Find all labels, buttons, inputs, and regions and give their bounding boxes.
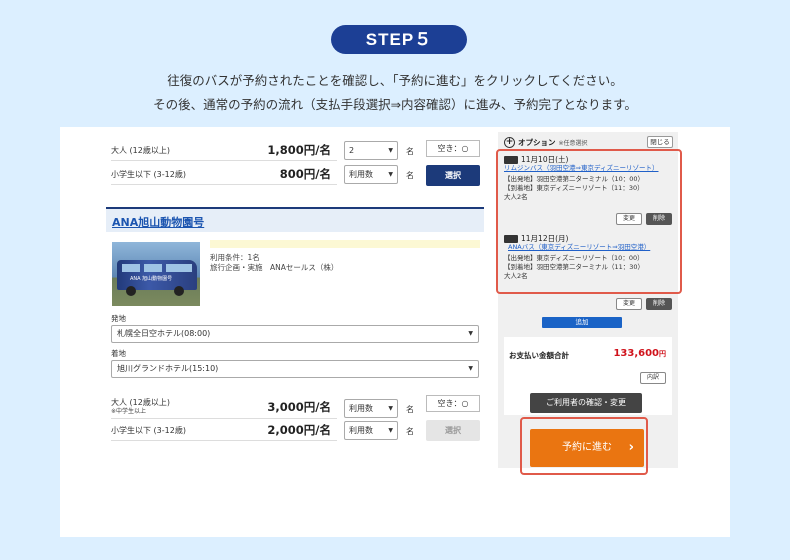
payment-total-box: お支払い金額合計 133,600円 内訳 ご利用者の確認・変更 [504, 337, 672, 415]
fare-label: 小学生以下 (3-12歳) [111, 425, 186, 435]
qty-select-child-upper[interactable]: 利用数 ▼ [344, 165, 398, 184]
breakdown-button[interactable]: 内訳 [640, 372, 666, 384]
section-title-link[interactable]: ANA旭山動物園号 [112, 214, 204, 230]
fare-row-adult-upper: 大人 (12歳以上) 1,800円/名 [111, 140, 337, 161]
plus-circle-icon: + [504, 137, 515, 148]
option-date-text: 11月10日(土) [521, 155, 569, 164]
option-header: + オプション ※任意選択 [504, 137, 588, 148]
select-button-upper[interactable]: 選択 [426, 165, 480, 186]
instruction-line-1: 往復のバスが予約されたことを確認し、「予約に進む」をクリックしてください。 [167, 73, 623, 88]
notice-bar [210, 240, 480, 248]
fare-label: 大人 (12歳以上) [111, 145, 170, 155]
unit-label: 名 [406, 427, 414, 436]
total-amount-value: 133,600 [613, 348, 659, 359]
option-sidebar: + オプション ※任意選択 閉じる 11月10日(土) リムジンバス（羽田空港⇒… [496, 132, 682, 475]
conditions-text: 利用条件：1名 旅行企画・実施 ANAセールス（株） [210, 253, 338, 273]
qty-select-value: 利用数 [349, 170, 373, 179]
fare-label: 大人 (12歳以上) [111, 397, 170, 407]
conditions-line-1: 利用条件：1名 [210, 253, 260, 262]
fare-row-adult-lower: 大人 (12歳以上) ※中学生以上 3,000円/名 [111, 395, 337, 419]
option-arr: 【到着地】東京ディズニーリゾート（11：30） [504, 184, 644, 192]
option-arr: 【到着地】羽田空港第二ターミナル（11：30） [504, 263, 645, 271]
bus-window [166, 264, 192, 272]
bus-wheel [126, 286, 136, 296]
arrival-label: 着地 [111, 349, 126, 358]
bus-window [144, 264, 162, 272]
unit-label: 名 [406, 171, 414, 180]
option-date-text: 11月12日(月) [521, 234, 569, 243]
option-date: 11月10日(土) [504, 155, 672, 164]
booking-panel: 大人 (12歳以上) 1,800円/名 2 ▼ 名 空き：○ 小学生以下 (3-1… [60, 127, 730, 537]
chevron-down-icon: ▼ [388, 405, 393, 412]
option-dep: 【出発地】東京ディズニーリゾート（10：00） [504, 254, 644, 262]
fare-price: 800円/名 [279, 167, 331, 181]
total-currency: 円 [659, 350, 666, 358]
add-option-button[interactable]: 追加 [542, 317, 622, 328]
close-button[interactable]: 閉じる [647, 136, 673, 148]
total-amount: 133,600円 [613, 348, 666, 359]
option-item-2: 11月12日(月) ANAバス（東京ディズニーリゾート⇒羽田空港） 【出発地】東… [504, 234, 672, 281]
bus-icon [504, 155, 518, 164]
bus-icon [504, 234, 518, 243]
delete-button[interactable]: 削除 [646, 298, 672, 310]
chevron-right-icon: › [628, 440, 634, 455]
option-dep: 【出発地】羽田空港第二ターミナル（10：00） [504, 175, 645, 183]
qty-select-value: 利用数 [349, 404, 373, 413]
chevron-down-icon: ▼ [388, 171, 393, 178]
vacancy-badge: 空き：○ [426, 395, 480, 412]
change-button[interactable]: 変更 [616, 213, 642, 225]
fare-label-wrap: 大人 (12歳以上) ※中学生以上 [111, 398, 170, 416]
unit-label: 名 [406, 147, 414, 156]
fare-price: 1,800円/名 [267, 143, 331, 157]
conditions-line-2: 旅行企画・実施 ANAセールス（株） [210, 263, 339, 272]
option-header-title: オプション [518, 138, 556, 147]
arrival-select[interactable]: 旭川グランドホテル(15:10) ▼ [111, 360, 479, 378]
option-route-link[interactable]: ANAバス（東京ディズニーリゾート⇒羽田空港） [504, 243, 672, 252]
unit-label: 名 [406, 405, 414, 414]
confirm-users-button[interactable]: ご利用者の確認・変更 [530, 393, 642, 413]
fare-label: 小学生以下 (3-12歳) [111, 169, 186, 179]
reserve-label: 予約に進む [562, 442, 612, 453]
option-pax: 大人2名 [504, 272, 528, 280]
proceed-to-reserve-button[interactable]: 予約に進む › [530, 429, 644, 467]
instruction-line-2: その後、通常の予約の流れ（支払手段選択⇒内容確認）に進み、予約完了となります。 [153, 97, 637, 112]
fare-price: 3,000円/名 [267, 399, 331, 414]
qty-select-value: 2 [349, 146, 355, 155]
qty-select-adult-upper[interactable]: 2 ▼ [344, 141, 398, 160]
fare-row-child-upper: 小学生以下 (3-12歳) 800円/名 [111, 164, 337, 185]
departure-value: 札幌全日空ホテル(08:00) [117, 329, 211, 338]
fare-row-child-lower: 小学生以下 (3-12歳) 2,000円/名 [111, 420, 337, 441]
qty-select-adult-lower[interactable]: 利用数 ▼ [344, 399, 398, 418]
chevron-down-icon: ▼ [388, 427, 393, 434]
bus-wheel [174, 286, 184, 296]
chevron-down-icon: ▼ [388, 147, 393, 154]
arrival-value: 旭川グランドホテル(15:10) [117, 364, 219, 373]
bus-window [122, 264, 140, 272]
section-header: ANA旭山動物園号 [106, 207, 484, 232]
option-pax: 大人2名 [504, 193, 528, 201]
option-route-link[interactable]: リムジンバス（羽田空港⇒東京ディズニーリゾート） [504, 164, 672, 173]
departure-label: 発地 [111, 314, 126, 323]
qty-select-child-lower[interactable]: 利用数 ▼ [344, 421, 398, 440]
bus-sign-text: ANA 旭山動物園号 [130, 276, 173, 282]
delete-button[interactable]: 削除 [646, 213, 672, 225]
departure-select[interactable]: 札幌全日空ホテル(08:00) ▼ [111, 325, 479, 343]
bus-photo: ANA 旭山動物園号 [112, 242, 200, 306]
total-label: お支払い金額合計 [509, 351, 569, 360]
step-badge: STEP５ [331, 25, 467, 54]
fare-price: 2,000円/名 [267, 423, 331, 437]
option-item-1: 11月10日(土) リムジンバス（羽田空港⇒東京ディズニーリゾート） 【出発地】… [504, 155, 672, 202]
qty-select-value: 利用数 [349, 426, 373, 435]
change-button[interactable]: 変更 [616, 298, 642, 310]
select-button-lower[interactable]: 選択 [426, 420, 480, 441]
chevron-down-icon: ▼ [468, 330, 473, 337]
fare-sublabel: ※中学生以上 [111, 407, 147, 415]
chevron-down-icon: ▼ [468, 365, 473, 372]
option-date: 11月12日(月) [504, 234, 672, 243]
option-header-sub: ※任意選択 [558, 140, 588, 147]
vacancy-badge: 空き：○ [426, 140, 480, 157]
